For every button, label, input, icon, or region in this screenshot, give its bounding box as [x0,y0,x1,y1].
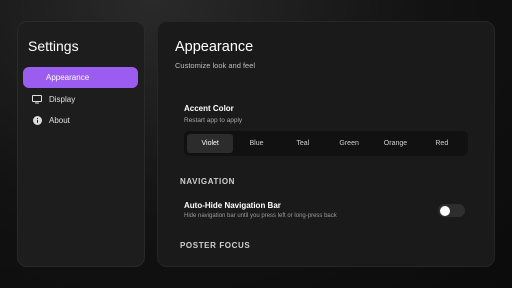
sidebar-item-appearance[interactable]: Appearance [23,67,138,88]
auto-hide-nav-title: Auto-Hide Navigation Bar [184,201,281,210]
sidebar-title: Settings [28,38,79,54]
sidebar-item-label: Display [49,95,76,104]
accent-color-selector: Violet Blue Teal Green Orange Red [184,131,468,156]
sidebar-item-label: About [49,116,70,125]
page-subtitle: Customize look and feel [175,61,256,70]
page-title: Appearance [175,39,254,55]
navigation-section-heading: NAVIGATION [180,177,236,186]
sidebar-item-label: Appearance [46,73,90,82]
auto-hide-nav-description: Hide navigation bar until you press left… [184,213,337,219]
settings-panel: Appearance Customize look and feel Accen… [157,21,495,267]
accent-option-blue[interactable]: Blue [233,134,279,153]
poster-focus-section-heading: POSTER FOCUS [180,241,251,250]
toggle-knob [440,205,450,216]
accent-option-green[interactable]: Green [326,134,372,153]
accent-color-title: Accent Color [184,104,234,113]
accent-color-subtitle: Restart app to apply [184,117,243,124]
monitor-icon [26,95,48,104]
accent-option-violet[interactable]: Violet [187,134,234,153]
auto-hide-nav-toggle[interactable] [438,204,465,217]
accent-option-red[interactable]: Red [419,134,465,153]
accent-option-teal[interactable]: Teal [280,134,326,153]
accent-option-orange[interactable]: Orange [372,134,418,153]
info-icon [26,116,48,125]
sidebar-item-about[interactable]: About [23,110,138,131]
settings-sidebar: Settings Appearance Display About [17,21,145,267]
sidebar-item-display[interactable]: Display [23,89,138,110]
